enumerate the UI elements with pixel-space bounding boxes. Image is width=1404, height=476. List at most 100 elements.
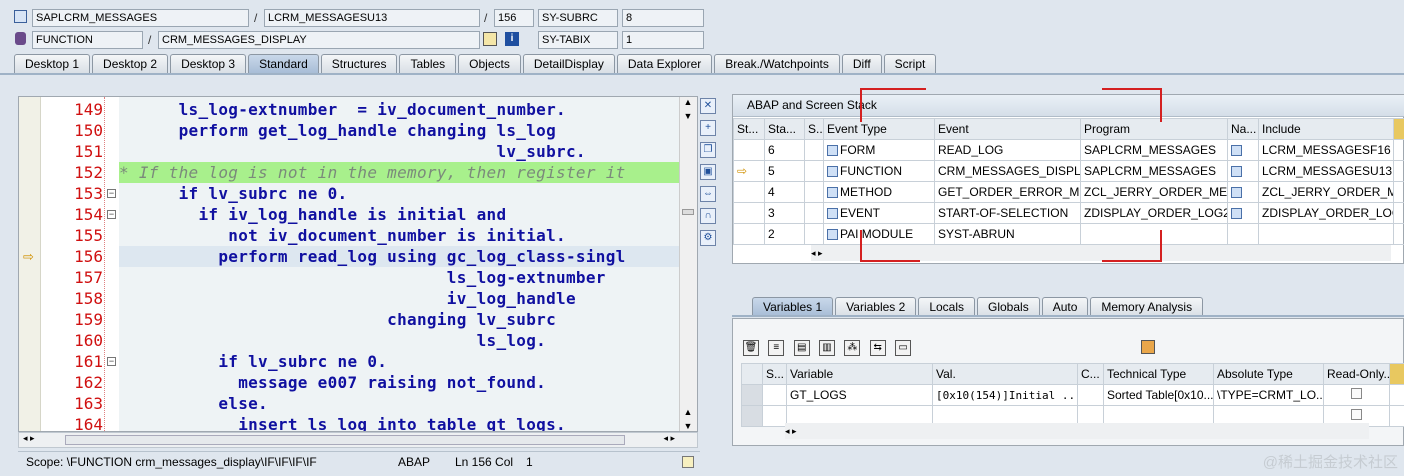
tab-tables[interactable]: Tables — [399, 54, 457, 73]
code-line[interactable]: if lv_subrc ne 0. — [119, 183, 697, 204]
close-icon[interactable]: ✕ — [700, 98, 716, 114]
vars-col-header[interactable]: Technical Type — [1103, 363, 1214, 385]
code-line[interactable]: ls_log-extnumber = iv_document_number. — [119, 99, 697, 120]
tab-data-explorer[interactable]: Data Explorer — [616, 54, 713, 73]
name-field[interactable]: CRM_MESSAGES_DISPLAY — [158, 31, 480, 49]
tree-icon[interactable]: ⁂ — [844, 340, 861, 356]
tab-diff[interactable]: Diff — [841, 54, 882, 73]
code-line[interactable]: if lv_subrc ne 0. — [119, 351, 697, 372]
copy-icon[interactable]: ❐ — [700, 142, 716, 158]
tab-memory-analysis[interactable]: Memory Analysis — [1090, 297, 1204, 316]
code-line[interactable]: perform get_log_handle changing ls_log — [119, 120, 697, 141]
vars-col-header[interactable]: Read-Only... — [1323, 363, 1390, 385]
tab-auto[interactable]: Auto — [1041, 297, 1089, 316]
code-line[interactable]: else. — [119, 393, 697, 414]
navigate-icon[interactable] — [1231, 208, 1242, 220]
include-field[interactable]: LCRM_MESSAGESU13 — [264, 9, 480, 27]
code-line[interactable]: not iv_document_number is initial. — [119, 225, 697, 246]
type-field[interactable]: FUNCTION — [32, 31, 143, 49]
tab-structures[interactable]: Structures — [320, 54, 398, 73]
sysvalue-2[interactable]: 1 — [622, 31, 704, 49]
vars-col-header[interactable]: Absolute Type — [1213, 363, 1324, 385]
new-window-icon[interactable]: + — [700, 120, 716, 136]
code-line[interactable]: insert ls_log into table gt_logs. — [119, 414, 697, 431]
variables-hscroll[interactable]: ◂ ▸ — [785, 423, 1369, 439]
editor-vertical-scrollbar[interactable]: ▲ ▼ ▲ ▼ — [679, 97, 697, 431]
code-editor[interactable]: 149 ls_log-extnumber = iv_document_numbe… — [18, 96, 698, 432]
stack-col-header[interactable]: Event — [934, 118, 1081, 140]
code-line[interactable]: ls_log-extnumber — [119, 267, 697, 288]
maximize-icon[interactable]: ▣ — [700, 164, 716, 180]
config-icon[interactable]: ⚙ — [700, 230, 716, 246]
list-icon[interactable]: ≡ — [768, 340, 785, 356]
tab-variables-2[interactable]: Variables 2 — [835, 297, 917, 316]
navigate-icon[interactable] — [1231, 145, 1242, 157]
vars-col-header[interactable]: Val. — [932, 363, 1078, 385]
stack-col-header[interactable]: Include — [1258, 118, 1394, 140]
code-line[interactable]: message e007 raising not_found. — [119, 372, 697, 393]
vars-col-header[interactable]: C... — [1077, 363, 1104, 385]
tab-globals[interactable]: Globals — [977, 297, 1040, 316]
save-vars-icon[interactable]: ▥ — [819, 340, 836, 356]
sysfield-2[interactable]: SY-TABIX — [538, 31, 618, 49]
stack-col-header[interactable]: St... — [733, 118, 765, 140]
read-only-checkbox[interactable] — [1351, 409, 1362, 420]
variable-row[interactable]: GT_LOGS [0x10(154)]Initial ... Sorted Tabl… — [741, 384, 1404, 406]
stack-col-header[interactable]: S... — [804, 118, 824, 140]
read-only-checkbox[interactable] — [1351, 388, 1362, 399]
fold-toggle-icon[interactable]: − — [107, 189, 116, 198]
tab-desktop-1[interactable]: Desktop 1 — [14, 54, 91, 73]
code-line[interactable]: if iv_log_handle is initial and — [119, 204, 697, 225]
fold-toggle-icon[interactable]: − — [107, 210, 116, 219]
vars-col-header[interactable]: S... — [762, 363, 787, 385]
code-line[interactable]: iv_log_handle — [119, 288, 697, 309]
tab-standard[interactable]: Standard — [248, 54, 319, 73]
code-line[interactable]: * If the log is not in the memory, then … — [119, 162, 697, 183]
tab-detaildisplay[interactable]: DetailDisplay — [522, 54, 615, 73]
code-line[interactable]: changing lv_subrc — [119, 309, 697, 330]
navigate-icon[interactable] — [1231, 187, 1242, 199]
tab-script[interactable]: Script — [883, 54, 937, 73]
object-icon[interactable] — [483, 32, 497, 46]
stack-col-header[interactable]: Event Type — [823, 118, 935, 140]
stack-col-header[interactable]: Program — [1080, 118, 1228, 140]
code-line[interactable]: ls_log. — [119, 330, 697, 351]
field-icon[interactable]: ▭ — [895, 340, 912, 356]
note-icon[interactable] — [682, 456, 694, 468]
fold-toggle-icon[interactable]: − — [107, 357, 116, 366]
delete-icon[interactable]: 🗑 — [743, 340, 759, 356]
info-icon[interactable]: i — [505, 32, 519, 46]
navigate-icon[interactable] — [1231, 166, 1242, 178]
program-field[interactable]: SAPLCRM_MESSAGES — [32, 9, 249, 27]
vars-col-header[interactable]: Variable — [786, 363, 933, 385]
sysfield-1[interactable]: SY-SUBRC — [538, 9, 618, 27]
transfer-icon[interactable]: ⇆ — [869, 340, 886, 356]
tab-objects[interactable]: Objects — [458, 54, 521, 73]
swap-icon[interactable]: ⇔ — [700, 186, 716, 202]
headphones-icon[interactable]: ∩ — [700, 208, 716, 224]
stack-row[interactable]: 2 PAI MODULE SYST-ABRUN — [733, 223, 1404, 245]
details-icon[interactable]: ▤ — [793, 340, 810, 356]
column-settings-icon[interactable] — [1389, 363, 1404, 385]
stack-row[interactable]: 6 FORM READ_LOG SAPLCRM_MESSAGES LCRM_MESSAG… — [733, 139, 1404, 161]
line-field[interactable]: 156 — [494, 9, 534, 27]
code-line[interactable]: lv_subrc. — [119, 141, 697, 162]
code-line[interactable]: perform read_log using gc_log_class-sing… — [119, 246, 697, 267]
variable-value[interactable]: [0x10(154)]Initial ... — [932, 384, 1078, 406]
stack-col-header[interactable]: Na... — [1227, 118, 1259, 140]
stack-row[interactable]: ⇨ 5 FUNCTION CRM_MESSAGES_DISPLAY SAPLCRM_ME… — [733, 160, 1404, 182]
stack-col-header[interactable]: Sta... — [764, 118, 805, 140]
tab-break-watchpoints[interactable]: Break./Watchpoints — [714, 54, 840, 73]
sysvalue-1[interactable]: 8 — [622, 9, 704, 27]
stack-row[interactable]: 3 EVENT START-OF-SELECTION ZDISPLAY_ORDER_L… — [733, 202, 1404, 224]
tab-variables-1[interactable]: Variables 1 — [752, 297, 834, 316]
column-settings-icon[interactable] — [1393, 118, 1404, 140]
tab-desktop-3[interactable]: Desktop 3 — [170, 54, 247, 73]
variable-name[interactable]: GT_LOGS — [786, 384, 933, 406]
save-icon[interactable] — [1141, 340, 1155, 354]
tab-desktop-2[interactable]: Desktop 2 — [92, 54, 169, 73]
stack-hscroll[interactable]: ◂ ▸ — [811, 245, 1391, 261]
editor-horizontal-scrollbar[interactable]: ◂ ▸ ◂ ▸ — [18, 432, 698, 448]
stack-row[interactable]: 4METHODGET_ORDER_ERROR_ME...ZCL_JERRY_OR… — [733, 181, 1404, 203]
tab-locals[interactable]: Locals — [918, 297, 975, 316]
